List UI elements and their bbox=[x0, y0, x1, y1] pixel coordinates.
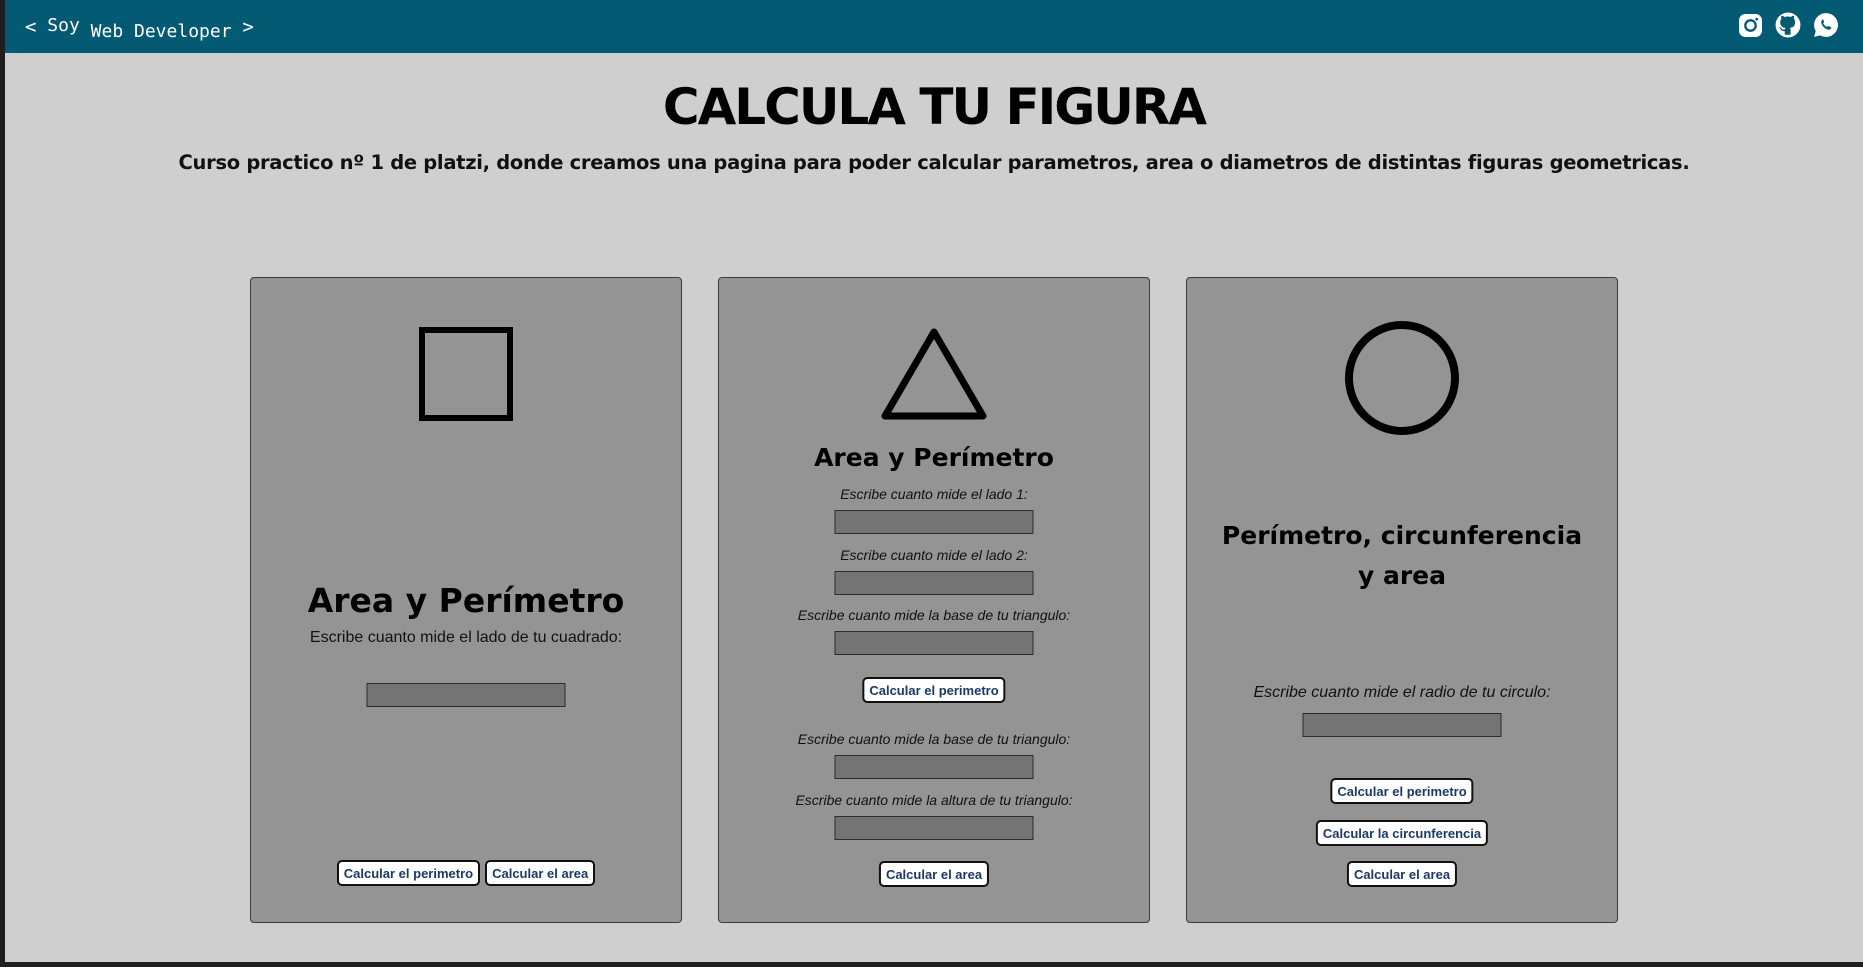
page: < Soy Web Developer > CALCULA TU FIGURA … bbox=[5, 0, 1863, 962]
square-side-input[interactable] bbox=[366, 683, 566, 707]
square-shape-icon bbox=[251, 326, 681, 422]
instagram-icon bbox=[1738, 13, 1762, 37]
triangle-base2-label: Escribe cuanto mide la base de tu triang… bbox=[797, 731, 1071, 747]
brand-open-bracket: < bbox=[25, 16, 37, 38]
square-card: Area y Perímetro Escribe cuanto mide el … bbox=[250, 277, 682, 923]
circle-title-line1: Perímetro, circunferencia bbox=[1221, 521, 1583, 550]
square-side-label: Escribe cuanto mide el lado de tu cuadra… bbox=[309, 629, 623, 646]
triangle-area-button[interactable]: Calcular el area bbox=[878, 861, 990, 887]
circle-circumference-button[interactable]: Calcular la circunferencia bbox=[1315, 820, 1489, 846]
triangle-card: Area y Perímetro Escribe cuanto mide el … bbox=[718, 277, 1150, 923]
triangle-shape-icon bbox=[719, 326, 1149, 424]
triangle-base2-input[interactable] bbox=[834, 755, 1034, 779]
square-area-button[interactable]: Calcular el area bbox=[485, 860, 596, 886]
triangle-perimeter-button[interactable]: Calcular el perimetro bbox=[862, 677, 1006, 703]
triangle-title: Area y Perímetro bbox=[814, 443, 1054, 472]
square-perimeter-button[interactable]: Calcular el perimetro bbox=[336, 860, 481, 886]
whatsapp-link[interactable] bbox=[1813, 12, 1839, 38]
circle-radius-input[interactable] bbox=[1302, 713, 1502, 737]
circle-shape-icon bbox=[1187, 318, 1617, 438]
brand-web-developer: Web Developer bbox=[90, 21, 232, 42]
brand-close-bracket: > bbox=[242, 16, 254, 38]
triangle-side1-input[interactable] bbox=[834, 510, 1034, 534]
circle-radius-label: Escribe cuanto mide el radio de tu circu… bbox=[1253, 684, 1551, 701]
page-subtitle: Curso practico nº 1 de platzi, donde cre… bbox=[178, 151, 1690, 174]
triangle-base-input[interactable] bbox=[834, 631, 1034, 655]
circle-area-button[interactable]: Calcular el area bbox=[1346, 861, 1458, 887]
brand-logo[interactable]: < Soy Web Developer > bbox=[25, 15, 254, 42]
brand-soy: Soy bbox=[47, 15, 80, 36]
triangle-side2-label: Escribe cuanto mide el lado 2: bbox=[840, 547, 1028, 563]
triangle-side2-input[interactable] bbox=[834, 571, 1034, 595]
circle-card: Perímetro, circunferencia y area Escribe… bbox=[1186, 277, 1618, 923]
circle-perimeter-button[interactable]: Calcular el perimetro bbox=[1330, 778, 1474, 804]
instagram-link[interactable] bbox=[1737, 12, 1763, 38]
triangle-height-input[interactable] bbox=[834, 816, 1034, 840]
square-title: Area y Perímetro bbox=[307, 581, 625, 620]
social-links bbox=[1737, 12, 1839, 38]
triangle-height-label: Escribe cuanto mide la altura de tu tria… bbox=[795, 792, 1073, 808]
top-navbar: < Soy Web Developer > bbox=[5, 0, 1863, 53]
whatsapp-icon bbox=[1814, 13, 1838, 37]
page-title: CALCULA TU FIGURA bbox=[662, 78, 1207, 136]
github-icon bbox=[1775, 12, 1801, 38]
circle-title-line2: y area bbox=[1357, 561, 1447, 590]
square-button-row: Calcular el perimetro Calcular el area bbox=[251, 860, 681, 886]
triangle-side1-label: Escribe cuanto mide el lado 1: bbox=[840, 486, 1028, 502]
github-link[interactable] bbox=[1775, 12, 1801, 38]
triangle-base-label: Escribe cuanto mide la base de tu triang… bbox=[797, 607, 1071, 623]
